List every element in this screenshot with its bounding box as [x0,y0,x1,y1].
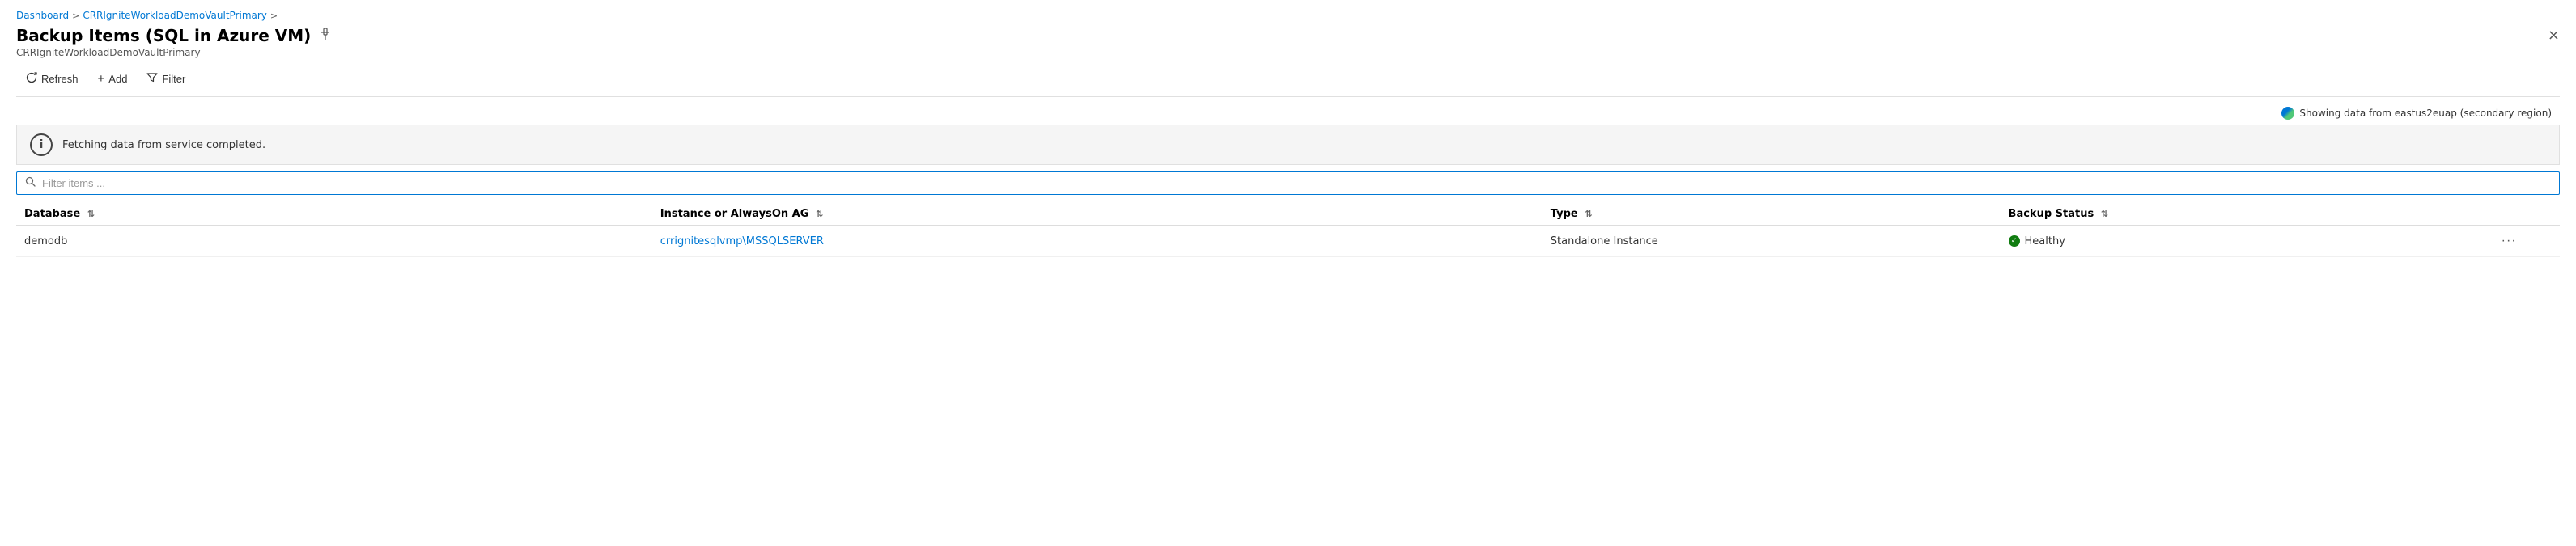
sort-icon-database: ⇅ [87,209,95,219]
filter-button[interactable]: Filter [137,68,195,90]
info-circle-icon: i [30,133,53,156]
close-icon[interactable]: × [2548,28,2560,43]
sort-icon-type: ⇅ [1585,209,1592,219]
region-globe-icon [2281,107,2294,120]
col-header-actions [2458,201,2560,226]
cell-instance-0[interactable]: crrignitesqlvmp\MSSQLSERVER [652,226,1543,257]
region-info-text: Showing data from eastus2euap (secondary… [2299,108,2552,119]
pin-icon[interactable] [319,28,332,44]
breadcrumb-sep-1: > [72,11,79,21]
instance-link-0[interactable]: crrignitesqlvmp\MSSQLSERVER [660,235,824,248]
filter-label: Filter [162,73,185,85]
sort-icon-instance: ⇅ [816,209,823,219]
breadcrumb-dashboard[interactable]: Dashboard [16,10,69,21]
cell-database-0: demodb [16,226,652,257]
breadcrumb-sep-2: > [270,11,278,21]
toolbar: Refresh + Add Filter [16,68,2560,97]
table-row: demodb crrignitesqlvmp\MSSQLSERVER Standal… [16,226,2560,257]
status-dot-0 [2009,235,2020,247]
breadcrumb: Dashboard > CRRIgniteWorkloadDemoVaultPr… [16,10,2560,21]
refresh-label: Refresh [41,73,79,85]
filter-icon [146,72,158,86]
info-banner: i Fetching data from service completed. [16,125,2560,165]
add-icon: + [98,72,105,86]
breadcrumb-vault[interactable]: CRRIgniteWorkloadDemoVaultPrimary [83,10,267,21]
cell-more-0: ··· [2458,226,2560,257]
add-label: Add [108,73,127,85]
refresh-icon [26,72,37,86]
filter-row [16,165,2560,201]
col-header-status[interactable]: Backup Status ⇅ [2001,201,2459,226]
col-header-instance[interactable]: Instance or AlwaysOn AG ⇅ [652,201,1543,226]
add-button[interactable]: + Add [88,68,138,90]
search-icon [25,176,36,190]
cell-status-0: Healthy [2001,226,2459,257]
status-text-0: Healthy [2025,235,2065,248]
more-options-button-0[interactable]: ··· [2497,232,2522,250]
page-title: Backup Items (SQL in Azure VM) [16,26,311,45]
col-header-database[interactable]: Database ⇅ [16,201,652,226]
vault-name-label: CRRIgniteWorkloadDemoVaultPrimary [16,47,2560,58]
backup-items-table: Database ⇅ Instance or AlwaysOn AG ⇅ Typ… [16,201,2560,257]
info-banner-message: Fetching data from service completed. [62,139,265,151]
cell-type-0: Standalone Instance [1543,226,2001,257]
col-header-type[interactable]: Type ⇅ [1543,201,2001,226]
filter-input-wrapper [16,171,2560,195]
filter-input[interactable] [42,177,2551,189]
page-header: Backup Items (SQL in Azure VM) × [16,26,2560,45]
sort-icon-status: ⇅ [2101,209,2108,219]
region-info: Showing data from eastus2euap (secondary… [16,107,2560,120]
refresh-button[interactable]: Refresh [16,68,88,90]
table-header-row: Database ⇅ Instance or AlwaysOn AG ⇅ Typ… [16,201,2560,226]
